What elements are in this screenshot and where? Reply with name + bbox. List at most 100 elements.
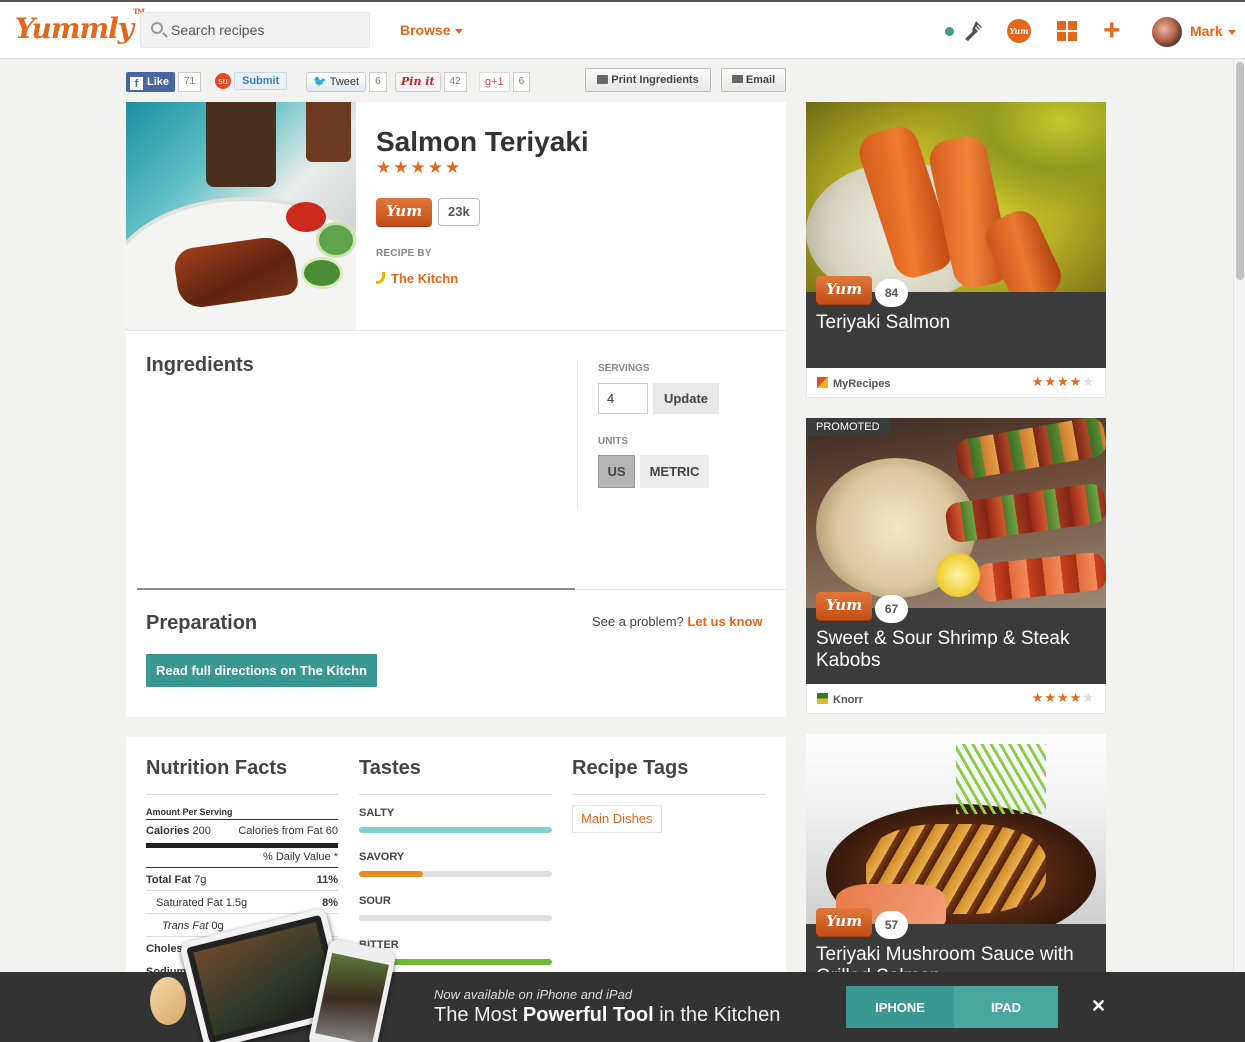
yum-button[interactable]: Yum <box>816 592 872 620</box>
close-icon[interactable]: ✕ <box>1091 996 1106 1017</box>
user-menu[interactable]: Mark <box>1190 23 1236 39</box>
units-metric-button[interactable]: METRIC <box>640 455 709 488</box>
yum-count: 67 <box>875 595 908 623</box>
recipe-card: Salmon Teriyaki ★★★★★ Yum 23k RECIPE BY … <box>126 102 786 717</box>
related-recipe-rating: ★★★★★ <box>1031 374 1095 389</box>
related-recipe-card[interactable]: PROMOTED Yum 67 Sweet & Sour Shrimp & St… <box>806 418 1106 714</box>
divider <box>146 794 338 795</box>
related-recipe-card[interactable]: Yum 84 Teriyaki Salmon MyRecipes ★★★★★ <box>806 102 1106 398</box>
yum-button[interactable]: Yum <box>816 908 872 936</box>
divider <box>359 794 552 795</box>
source-logo-icon <box>817 693 828 704</box>
app-promo-banner: Now available on iPhone and iPad The Mos… <box>0 907 1245 1042</box>
facebook-like-button[interactable]: f Like <box>126 72 176 92</box>
recipe-tag[interactable]: Main Dishes <box>572 805 662 833</box>
recipe-by-label: RECIPE BY <box>376 248 432 259</box>
search-input[interactable] <box>171 20 361 40</box>
tweet-count: 6 <box>369 72 387 92</box>
recipe-title: Salmon Teriyaki <box>376 126 589 157</box>
tweet-button[interactable]: 🐦 Tweet <box>306 72 367 92</box>
scrollbar[interactable] <box>1233 59 1245 972</box>
servings-input[interactable] <box>598 383 648 414</box>
recipe-rating-stars[interactable]: ★★★★★ <box>376 158 462 178</box>
printer-icon <box>597 75 609 84</box>
taste-label: SAVORY <box>359 851 405 863</box>
divider <box>577 361 578 509</box>
notification-dot-icon <box>945 27 954 36</box>
yum-count: 57 <box>875 911 908 939</box>
related-recipe-photo[interactable] <box>806 102 1106 292</box>
scrollbar-thumb[interactable] <box>1236 62 1244 280</box>
source-logo-icon <box>817 377 828 388</box>
related-recipe-overlay: Yum 84 Teriyaki Salmon <box>806 276 1106 368</box>
related-recipe-footer: MyRecipes ★★★★★ <box>806 368 1106 398</box>
submit-button[interactable]: Submit <box>234 72 288 90</box>
promoted-badge: PROMOTED <box>806 418 890 436</box>
divider <box>575 589 786 590</box>
related-recipe-title[interactable]: Sweet & Sour Shrimp & Steak Kabobs <box>816 628 1101 672</box>
calories-row: Calories 200 Calories from Fat 60 <box>146 825 338 837</box>
related-recipe-title[interactable]: Teriyaki Mushroom Sauce with Grilled Sal… <box>816 944 1101 972</box>
units-us-button[interactable]: US <box>598 455 635 488</box>
related-recipe-source[interactable]: Knorr <box>817 693 863 706</box>
facebook-like[interactable]: f Like 71 <box>126 72 202 94</box>
avatar[interactable] <box>1152 17 1182 47</box>
servings-label: SERVINGS <box>598 363 650 374</box>
pinterest-pinit[interactable]: Pin it 42 <box>395 72 467 94</box>
top-navigation-bar: YummlyTM Browse Yum + Mark <box>0 0 1245 59</box>
nutrition-row: Saturated Fat 1.5g 8% <box>156 897 338 909</box>
stumbleupon-submit[interactable]: su Submit <box>215 72 288 94</box>
let-us-know-link[interactable]: Let us know <box>687 614 762 629</box>
envelope-icon <box>731 75 743 83</box>
divider <box>137 588 575 590</box>
taste-label: SALTY <box>359 807 395 819</box>
preparation-heading: Preparation <box>146 612 258 634</box>
recipe-photo[interactable] <box>126 102 356 330</box>
fork-icon[interactable] <box>962 19 986 43</box>
plus-icon[interactable]: + <box>1103 16 1121 46</box>
facebook-icon: f <box>130 77 143 90</box>
read-directions-button[interactable]: Read full directions on The Kitchn <box>146 654 377 687</box>
related-recipe-card[interactable]: Yum 57 Teriyaki Mushroom Sauce with Gril… <box>806 734 1106 972</box>
twitter-icon: 🐦 <box>313 76 327 88</box>
nutrition-row: Total Fat 7g 11% <box>146 874 338 886</box>
recipe-source-link[interactable]: The Kitchn <box>376 271 458 286</box>
units-label: UNITS <box>598 436 628 447</box>
pinit-button[interactable]: Pin it <box>395 72 441 92</box>
search-icon <box>151 22 163 34</box>
divider <box>572 794 766 795</box>
google-plus[interactable]: g+1 6 <box>479 72 531 94</box>
report-problem: See a problem? Let us know <box>592 614 763 629</box>
pin-count: 42 <box>443 72 467 92</box>
yum-count: 23k <box>438 198 480 226</box>
gplus-button[interactable]: g+1 <box>479 72 510 92</box>
twitter-tweet[interactable]: 🐦 Tweet 6 <box>306 72 387 94</box>
email-button[interactable]: Email <box>721 68 786 92</box>
print-ingredients-button[interactable]: Print Ingredients <box>585 68 711 92</box>
related-recipe-photo[interactable] <box>806 734 1106 924</box>
yummly-logo[interactable]: YummlyTM <box>15 7 145 45</box>
yum-icon[interactable]: Yum <box>1007 19 1031 43</box>
source-logo-icon <box>376 272 385 284</box>
grid-icon[interactable] <box>1057 21 1077 41</box>
ipad-app-button[interactable]: IPAD <box>954 986 1058 1028</box>
related-recipe-source[interactable]: MyRecipes <box>817 377 890 390</box>
yum-button[interactable]: Yum <box>376 198 432 226</box>
search-box[interactable] <box>140 12 370 48</box>
browse-menu[interactable]: Browse <box>400 22 463 38</box>
iphone-app-button[interactable]: IPHONE <box>846 986 954 1028</box>
chevron-down-icon <box>454 28 463 34</box>
yum-button[interactable]: Yum <box>816 276 872 304</box>
taste-bar <box>359 915 552 921</box>
ingredients-heading: Ingredients <box>146 354 254 376</box>
taste-label: SOUR <box>359 895 391 907</box>
related-recipe-photo[interactable] <box>806 418 1106 608</box>
taste-bar <box>359 827 552 833</box>
update-button[interactable]: Update <box>653 383 719 414</box>
yum-count: 84 <box>875 279 908 307</box>
related-recipe-overlay: Yum 67 Sweet & Sour Shrimp & Steak Kabob… <box>806 592 1106 684</box>
related-recipe-title[interactable]: Teriyaki Salmon <box>816 312 1101 334</box>
gplus-count: 6 <box>512 72 531 92</box>
taste-bar <box>359 871 552 877</box>
chevron-down-icon <box>1227 29 1236 35</box>
